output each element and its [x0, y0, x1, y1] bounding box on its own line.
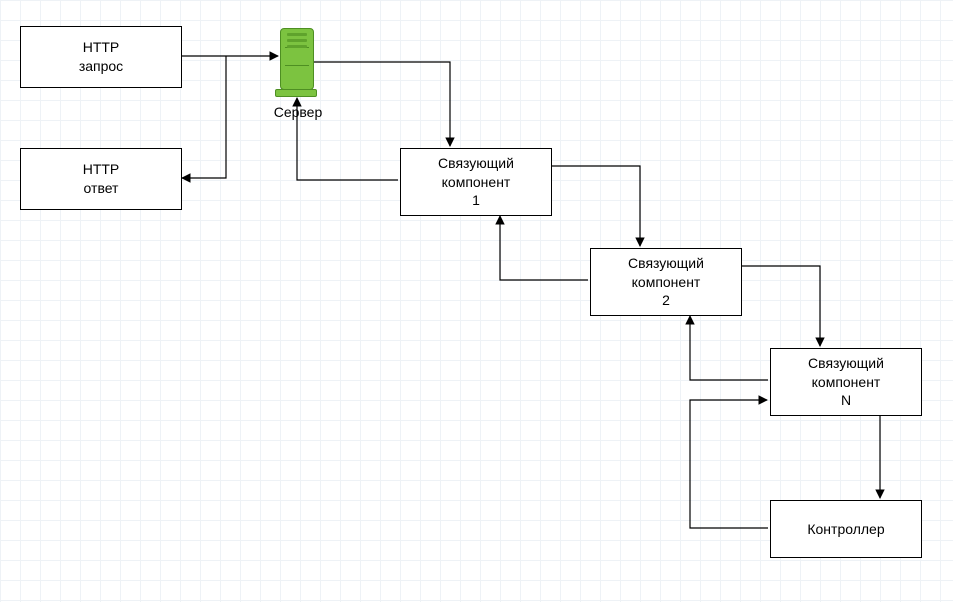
edges-layer: [0, 0, 953, 602]
edge-server-to-m1: [314, 62, 450, 146]
edge-m2-to-m1: [500, 216, 588, 280]
diagram-canvas: { "nodes":{ "http_request":"HTTP\nзапрос…: [0, 0, 953, 602]
edge-m2-to-mn: [742, 266, 820, 346]
edge-controller-to-mn: [690, 400, 768, 528]
edge-server-to-response: [182, 56, 226, 178]
edge-m1-to-m2: [552, 166, 640, 246]
edge-mn-to-m2: [690, 316, 768, 380]
edge-m1-to-server: [297, 98, 398, 180]
